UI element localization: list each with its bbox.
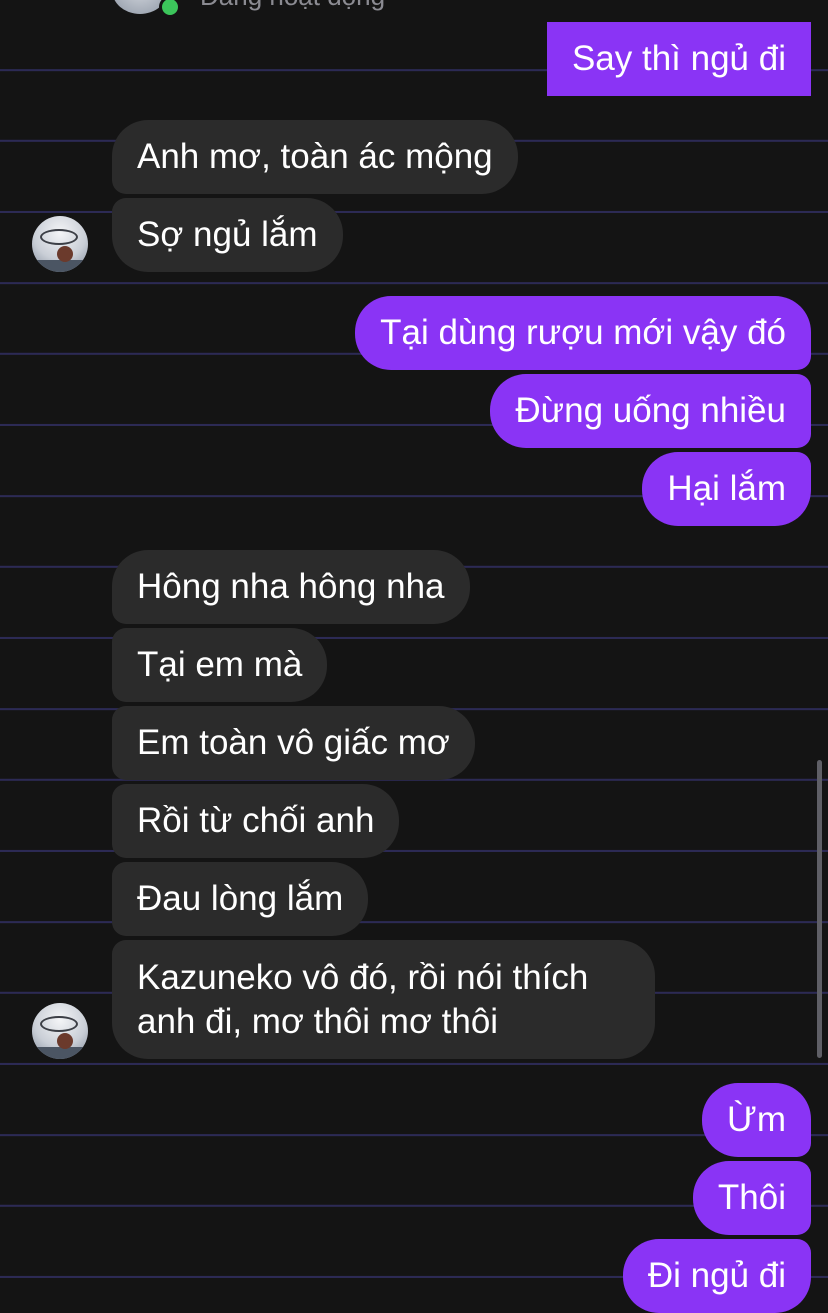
active-status-text: Đang hoạt động (200, 0, 385, 11)
basketball-icon (57, 246, 73, 262)
message-bubble-outgoing[interactable]: Đi ngủ đi (622, 1239, 811, 1313)
sender-avatar[interactable] (32, 1003, 88, 1059)
basketball-hoop-icon (40, 1016, 78, 1032)
scrollbar[interactable] (817, 760, 822, 1058)
message-bubble-outgoing[interactable]: Hại lắm (642, 452, 811, 526)
message-bubble-incoming[interactable]: Sợ ngủ lắm (112, 198, 343, 272)
message-bubble-outgoing[interactable]: Ừm (701, 1083, 811, 1157)
message-bubble-incoming[interactable]: Đau lòng lắm (112, 862, 369, 936)
message-bubble-incoming[interactable]: Tại em mà (112, 628, 328, 702)
message-bubble-outgoing[interactable]: Đừng uống nhiều (490, 374, 811, 448)
message-bubble-incoming[interactable]: Em toàn vô giấc mơ (112, 706, 475, 780)
message-bubble-outgoing[interactable]: Say thì ngủ đi (546, 22, 811, 96)
basketball-icon (57, 1033, 73, 1049)
online-status-dot (159, 0, 181, 18)
message-bubble-incoming[interactable]: Kazuneko vô đó, rồi nói thích anh đi, mơ… (112, 940, 655, 1059)
message-bubble-incoming[interactable]: Hông nha hông nha (112, 550, 470, 624)
basketball-hoop-icon (40, 229, 78, 245)
message-bubble-outgoing[interactable]: Tại dùng rượu mới vậy đó (355, 296, 811, 370)
message-bubble-outgoing[interactable]: Thôi (692, 1161, 811, 1235)
sender-avatar[interactable] (32, 216, 88, 272)
message-bubble-incoming[interactable]: Rồi từ chối anh (112, 784, 400, 858)
message-bubble-incoming[interactable]: Anh mơ, toàn ác mộng (112, 120, 518, 194)
